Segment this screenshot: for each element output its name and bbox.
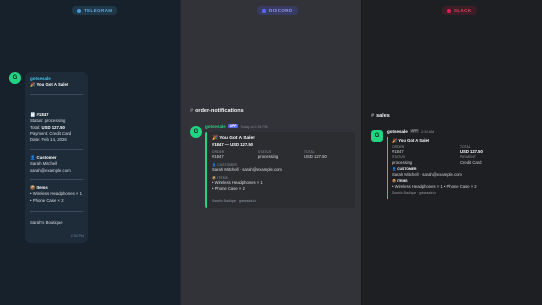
customer-section: 👤 CUSTOMER Sarah Mitchell · sarah@exampl… xyxy=(212,163,350,173)
discord-label-text: DISCORD xyxy=(269,8,293,13)
embed-subtitle: #1847 — USD 127.50 xyxy=(212,141,253,147)
message-header: gotsesale APP 2:34 AM xyxy=(387,129,532,135)
telegram-panel: TELEGRAM G gotsesale 🎉 You Got A Sale! 🧾… xyxy=(0,0,180,305)
telegram-message[interactable]: gotsesale 🎉 You Got A Sale! 🧾 #1847 Stat… xyxy=(25,72,88,243)
divider xyxy=(30,93,83,95)
embed-fields: ORDER #1847 STATUS processing TOTAL USD 127… xyxy=(212,150,350,160)
customer-email[interactable]: sarah@example.com xyxy=(30,168,83,174)
block-title: 🎉 You Got A Sale! xyxy=(392,138,430,143)
embed-footer: Sarah's Boutique · gotsesale.io xyxy=(212,199,257,204)
block-footer: Sarah's Boutique · gotsesale.io xyxy=(392,191,437,196)
slack-label-text: SLACK xyxy=(454,8,472,13)
items-section: 📦 ITEMS • Wireless Headphones × 1 • Phon… xyxy=(212,176,350,191)
store-name: Sarah's Boutique xyxy=(30,220,63,226)
discord-message[interactable]: gotsesale APP Today at 2:34 PM 🎉 You Got A… xyxy=(205,124,355,208)
block-fields: ORDER #1847 TOTAL USD 127.50 xyxy=(392,145,528,155)
field-total: TOTAL USD 127.50 xyxy=(460,144,483,154)
customer-info: Sarah Mitchell · sarah@example.com xyxy=(212,167,282,173)
divider xyxy=(30,179,83,181)
app-badge: APP xyxy=(409,129,420,134)
discord-label: DISCORD xyxy=(257,6,298,15)
channel-title[interactable]: # sales xyxy=(371,113,390,119)
item-line: • Phone Case × 2 xyxy=(212,185,245,191)
message-time: Today at 2:34 PM xyxy=(240,125,268,129)
slack-icon xyxy=(447,8,451,13)
divider xyxy=(30,211,83,213)
telegram-icon xyxy=(77,8,81,13)
sender-name[interactable]: gotsesale xyxy=(205,124,226,129)
app-badge: APP xyxy=(227,124,239,129)
avatar[interactable]: G xyxy=(9,72,21,84)
divider xyxy=(30,148,83,150)
avatar[interactable]: G xyxy=(190,126,202,138)
field-status: STATUS processing xyxy=(392,155,413,165)
discord-icon xyxy=(262,8,266,13)
order-date: Date: Feb 14, 2026 xyxy=(30,137,67,143)
customer-info: Sarah Mitchell · sarah@example.com xyxy=(392,171,462,177)
field-order: ORDER #1847 xyxy=(212,150,225,160)
sender-name[interactable]: gotsesale xyxy=(387,129,408,134)
order-embed: 🎉 You Got A Sale! #1847 — USD 127.50 ORD… xyxy=(205,132,355,208)
hash-icon: # xyxy=(371,113,375,119)
slack-message[interactable]: gotsesale APP 2:34 AM 🎉 You Got A Sale! OR… xyxy=(387,129,532,199)
telegram-label: TELEGRAM xyxy=(72,6,118,15)
message-header: gotsesale APP Today at 2:34 PM xyxy=(205,124,355,130)
channel-name: order-notifications xyxy=(195,108,244,114)
message-time: 2:34 PM xyxy=(70,233,84,238)
avatar[interactable]: G xyxy=(371,130,383,142)
hash-icon: # xyxy=(190,108,194,114)
discord-panel: DISCORD # order-notifications G gotsesale… xyxy=(180,0,361,305)
message-time: 2:34 AM xyxy=(421,130,434,134)
telegram-label-text: TELEGRAM xyxy=(84,8,113,13)
order-block: 🎉 You Got A Sale! ORDER #1847 TOTAL USD 12… xyxy=(387,137,532,199)
customer-section: 👤 CUSTOMER Sarah Mitchell · sarah@exampl… xyxy=(392,167,528,177)
block-fields: STATUS processing PAYMENT Credit Card xyxy=(392,155,528,165)
channel-name: sales xyxy=(376,113,390,119)
item-line: • Wireless Headphones × 1 • Phone Case ×… xyxy=(392,183,477,189)
field-total: TOTAL USD 127.50 xyxy=(304,150,327,160)
slack-label: SLACK xyxy=(442,6,477,15)
field-status: STATUS processing xyxy=(258,150,279,160)
channel-title[interactable]: # order-notifications xyxy=(190,108,244,114)
item-line: • Phone Case × 2 xyxy=(30,197,64,203)
field-payment: PAYMENT Credit Card xyxy=(460,155,482,165)
slack-panel: SLACK # sales G gotsesale APP 2:34 AM 🎉 You… xyxy=(361,0,542,305)
item-line: • Wireless Headphones × 1 xyxy=(30,191,83,197)
field-order: ORDER #1847 xyxy=(392,144,405,154)
items-section: 📦 ITEMS • Wireless Headphones × 1 • Phon… xyxy=(392,179,528,189)
message-headline: 🎉 You Got A Sale! xyxy=(30,82,69,88)
